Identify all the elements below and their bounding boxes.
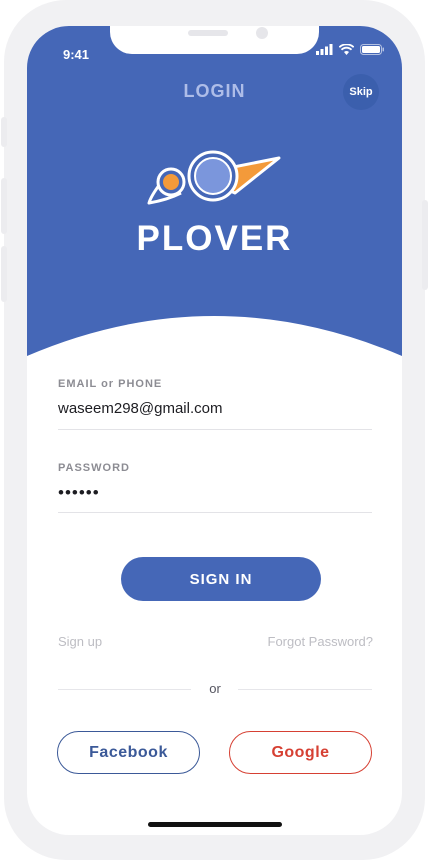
sign-in-button[interactable]: SIGN IN — [121, 557, 321, 601]
volume-up-button — [1, 178, 7, 234]
mute-switch — [1, 117, 7, 147]
home-indicator — [148, 822, 282, 827]
volume-down-button — [1, 246, 7, 302]
divider-text: or — [209, 681, 221, 696]
divider-line-left — [58, 689, 191, 690]
facebook-login-button[interactable]: Facebook — [57, 731, 200, 774]
camera — [256, 27, 268, 39]
status-icons — [316, 42, 384, 60]
email-label: EMAIL or PHONE — [58, 378, 163, 390]
speaker — [188, 30, 228, 36]
wifi-icon — [338, 42, 355, 60]
sign-up-link[interactable]: Sign up — [58, 634, 102, 649]
signal-icon — [316, 42, 333, 60]
forgot-password-link[interactable]: Forgot Password? — [268, 634, 374, 649]
email-field[interactable]: waseem298@gmail.com — [58, 400, 372, 417]
skip-button[interactable]: Skip — [343, 74, 379, 110]
app-screen: 9:41 LOGIN Skip PLOVER EMAIL or PHONE wa… — [27, 26, 402, 835]
email-underline — [58, 429, 372, 430]
password-field[interactable]: •••••• — [58, 483, 372, 503]
google-login-button[interactable]: Google — [229, 731, 372, 774]
divider-line-right — [238, 689, 372, 690]
plover-logo-icon — [147, 148, 281, 211]
password-label: PASSWORD — [58, 462, 130, 474]
brand-name: PLOVER — [136, 219, 293, 258]
device-notch — [110, 26, 319, 54]
password-underline — [58, 512, 372, 513]
battery-icon — [360, 42, 384, 60]
status-time: 9:41 — [63, 47, 90, 62]
power-button — [422, 200, 428, 290]
